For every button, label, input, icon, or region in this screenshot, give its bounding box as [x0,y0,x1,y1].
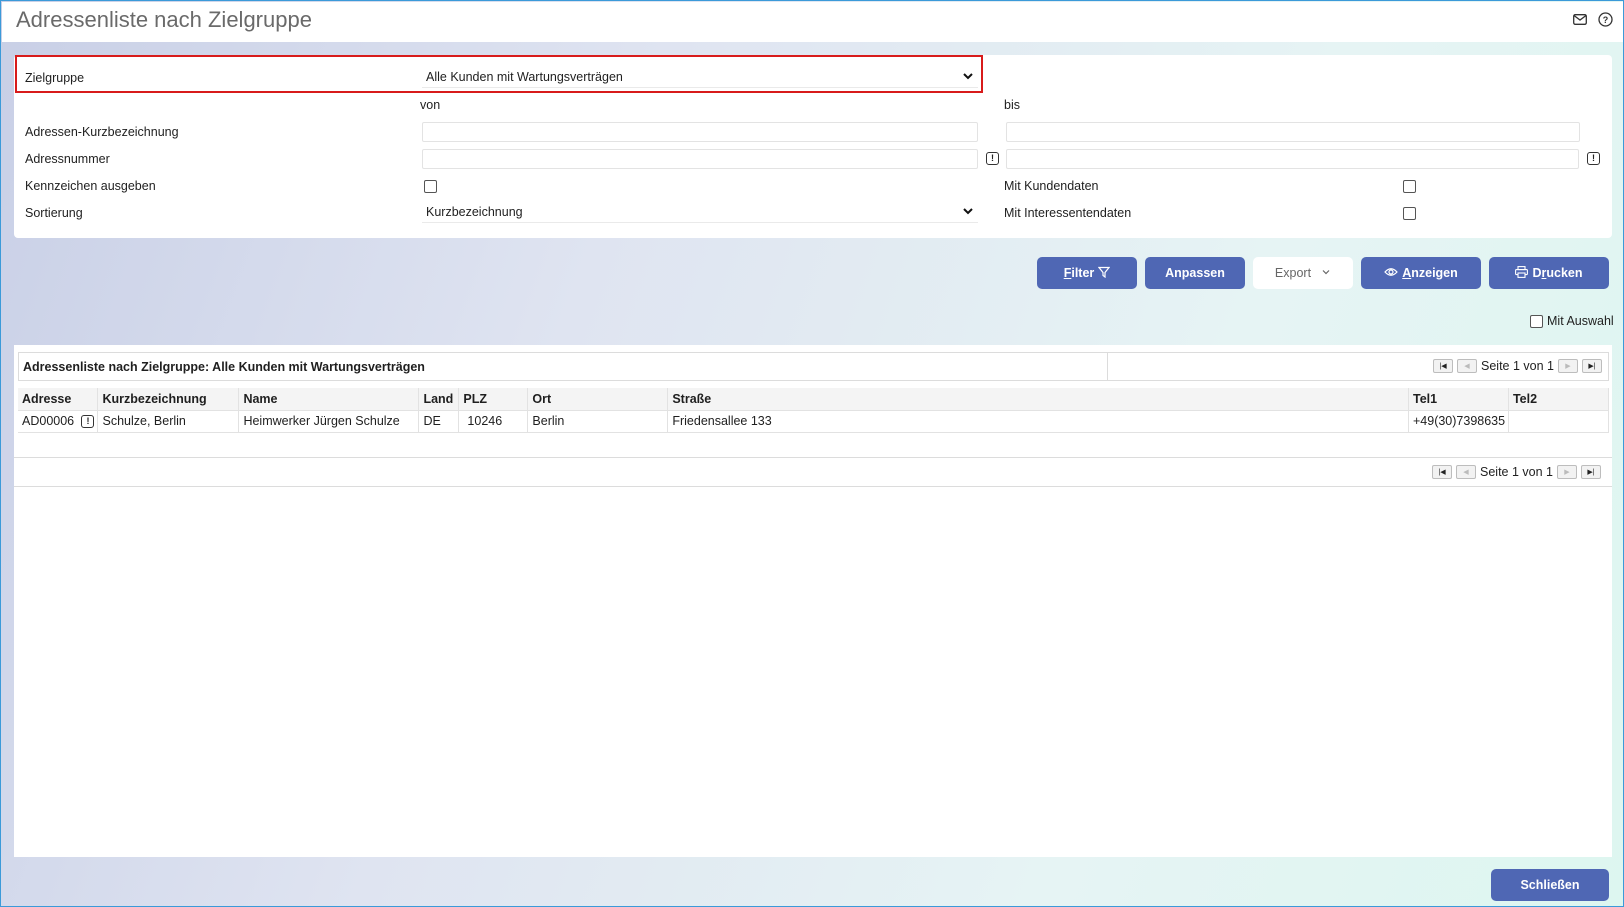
anzeigen-label: nzeigen [1411,266,1458,280]
kennzeichen-checkbox[interactable] [424,180,437,193]
cell-adresse[interactable]: AD00006 ! [18,410,99,433]
lookup-icon[interactable]: ! [81,414,95,428]
page-title: Adressenliste nach Zielgruppe [16,7,312,32]
next-page-icon[interactable]: ▶ [1557,359,1578,373]
svg-text:?: ? [1603,15,1609,25]
drucken-label-pre: D [1532,266,1542,280]
column-header[interactable]: Kurzbezeichnung [97,388,240,411]
lookup-icon[interactable]: ! [1587,152,1600,165]
last-page-icon[interactable]: ▶| [1581,359,1602,373]
column-header[interactable]: Adresse [18,388,99,411]
anpassen-button[interactable]: Anpassen [1145,257,1245,289]
column-header[interactable]: Tel2 [1508,388,1610,411]
table-row[interactable]: AD00006 ! Schulze, Berlin Heimwerker Jür… [18,410,1610,433]
zielgruppe-select[interactable]: Alle Kunden mit Wartungsverträgen [422,66,978,88]
eye-icon [1384,266,1399,281]
column-header[interactable]: Name [238,388,420,411]
column-header[interactable]: Tel1 [1408,388,1509,411]
page-info: Seite 1 von 1 [1480,465,1553,479]
first-page-icon[interactable]: |◀ [1432,465,1452,479]
sortierung-select[interactable]: Kurzbezeichnung [422,201,978,223]
cell-ort[interactable]: Berlin [527,410,669,433]
mit-auswahl-checkbox[interactable] [1530,315,1543,328]
sortierung-label: Sortierung [25,206,83,220]
prev-page-icon[interactable]: ◀ [1456,465,1476,479]
bottom-pager-bar: |◀ ◀ Seite 1 von 1 ▶ ▶| [14,457,1612,487]
sortierung-value: Kurzbezeichnung [426,204,523,219]
printer-icon [1515,265,1529,281]
zielgruppe-label: Zielgruppe [25,71,85,85]
close-button[interactable]: Schließen [1491,869,1609,901]
interessentendaten-checkbox[interactable] [1403,207,1416,220]
kurzbezeichnung-von-input[interactable] [422,122,978,142]
first-page-icon[interactable]: |◀ [1433,359,1453,373]
chevron-down-icon [962,205,974,220]
kennzeichen-label: Kennzeichen ausgeben [25,179,156,193]
top-pager: |◀ ◀ Seite 1 von 1 ▶ ▶| [1433,359,1602,373]
mit-auswahl-label: Mit Auswahl [1547,314,1614,328]
table-header-row: Adresse Kurzbezeichnung Name Land PLZ Or… [18,388,1610,411]
funnel-icon [1098,266,1111,281]
export-label: Export [1274,266,1312,280]
kundendaten-checkbox[interactable] [1403,180,1416,193]
drucken-button[interactable]: Drucken [1489,257,1609,289]
adresse-value: AD00006 [22,414,75,428]
drucken-label: ucken [1546,266,1583,280]
bis-label: bis [1004,98,1020,112]
address-table: Adresse Kurzbezeichnung Name Land PLZ Or… [18,388,1610,433]
cell-kurzbezeichnung[interactable]: Schulze, Berlin [97,410,240,433]
mail-icon[interactable] [1571,11,1588,28]
filter-button[interactable]: Filter [1037,257,1137,289]
chevron-down-icon [962,70,974,85]
cell-tel2[interactable] [1508,410,1610,433]
lookup-icon[interactable]: ! [986,152,999,165]
divider [1107,353,1108,380]
filter-label: ilter [1071,266,1095,280]
kundendaten-label: Mit Kundendaten [1004,179,1099,193]
prev-page-icon[interactable]: ◀ [1457,359,1477,373]
help-icon[interactable]: ? [1597,11,1614,28]
column-header[interactable]: PLZ [458,388,529,411]
cell-plz[interactable]: 10246 [458,410,529,433]
cell-land[interactable]: DE [418,410,460,433]
page-info: Seite 1 von 1 [1481,359,1554,373]
zielgruppe-value: Alle Kunden mit Wartungsverträgen [426,69,623,84]
export-dropdown[interactable]: Export [1253,257,1353,289]
anzeigen-button[interactable]: Anzeigen [1361,257,1481,289]
adressnummer-bis-input[interactable] [1006,149,1579,169]
column-header[interactable]: Ort [527,388,669,411]
column-header[interactable]: Land [418,388,460,411]
chevron-down-icon [1321,266,1331,280]
anzeigen-accel: A [1402,266,1412,280]
adressnummer-von-input[interactable] [422,149,978,169]
adressnummer-label: Adressnummer [25,152,110,166]
cell-strasse[interactable]: Friedensallee 133 [667,410,1409,433]
von-label: von [420,98,441,112]
column-header[interactable]: Straße [667,388,1409,411]
last-page-icon[interactable]: ▶| [1580,465,1601,479]
grid-header: Adressenliste nach Zielgruppe: Alle Kund… [18,352,1609,381]
grid-title: Adressenliste nach Zielgruppe: Alle Kund… [23,360,425,374]
app-window: Adressenliste nach Zielgruppe ? Zielgrup… [0,0,1624,907]
kurzbezeichnung-bis-input[interactable] [1006,122,1580,142]
kurzbezeichnung-label: Adressen-Kurzbezeichnung [25,125,179,139]
cell-tel1[interactable]: +49(30)7398635 [1408,410,1509,433]
interessentendaten-label: Mit Interessentendaten [1004,206,1132,220]
title-bar: Adressenliste nach Zielgruppe ? [2,2,1623,42]
bottom-pager: |◀ ◀ Seite 1 von 1 ▶ ▶| [1432,465,1601,479]
cell-name[interactable]: Heimwerker Jürgen Schulze [238,410,420,433]
next-page-icon[interactable]: ▶ [1556,465,1577,479]
